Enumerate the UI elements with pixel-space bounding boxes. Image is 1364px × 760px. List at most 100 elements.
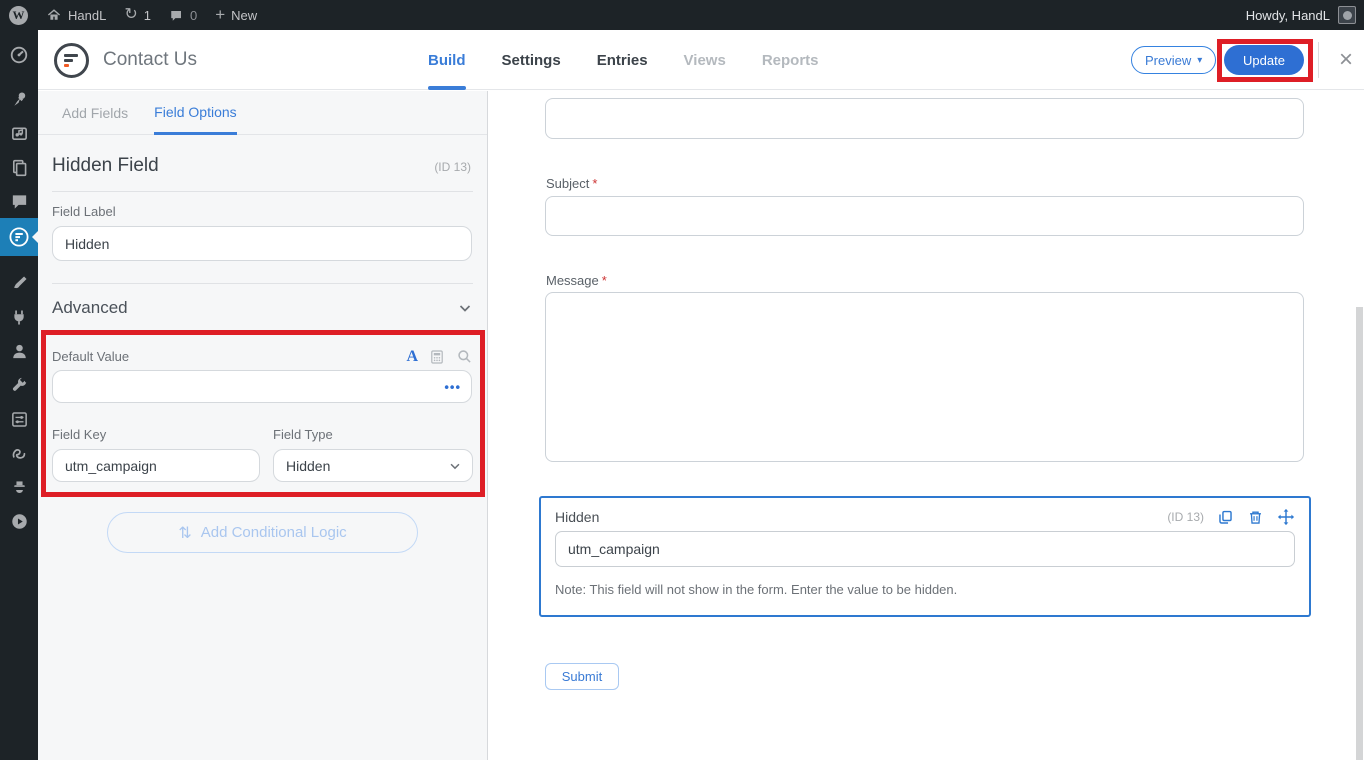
message-label-text: Message: [546, 273, 599, 288]
new-label: New: [231, 8, 257, 23]
wordpress-logo-icon: W: [9, 6, 28, 25]
form-preview: Subject* Message* Hidden (ID 13): [489, 91, 1364, 760]
subject-label-text: Subject: [546, 176, 589, 191]
chevron-down-icon[interactable]: [457, 300, 473, 316]
updates-icon: ↻: [124, 7, 137, 23]
header-divider: [1318, 42, 1319, 78]
subject-label: Subject*: [546, 176, 597, 191]
field-type-label: Field Type: [273, 427, 473, 442]
search-icon[interactable]: [456, 348, 473, 365]
pin-icon: [10, 90, 29, 109]
default-value-label: Default Value: [52, 349, 129, 364]
menu-posts[interactable]: [0, 82, 38, 116]
field-type-select[interactable]: Hidden: [273, 449, 473, 482]
handl-utm-grabber-icon: [10, 444, 29, 463]
hidden-field-header: Hidden (ID 13): [555, 506, 1295, 528]
site-link[interactable]: HandL: [37, 0, 115, 30]
updates-menu[interactable]: ↻ 1: [115, 0, 160, 30]
section-header: Hidden Field (ID 13): [52, 155, 471, 177]
avatar-glyph: [1343, 11, 1352, 20]
section-title: Hidden Field: [52, 155, 159, 177]
more-options-icon[interactable]: •••: [444, 379, 461, 394]
default-value-wrap: •••: [52, 370, 473, 403]
conditional-logic-icon: ⇅: [178, 523, 191, 543]
divider: [52, 191, 473, 192]
plug-icon: [10, 308, 29, 327]
menu-privacy[interactable]: [0, 470, 38, 504]
field-label-input[interactable]: [52, 226, 472, 261]
wp-logo-menu[interactable]: W: [0, 0, 37, 30]
scrollbar[interactable]: [1356, 307, 1363, 760]
menu-comments[interactable]: [0, 184, 38, 218]
header-tabs: Build Settings Entries Views Reports: [410, 30, 837, 90]
preview-label: Preview: [1145, 53, 1191, 68]
menu-settings[interactable]: [0, 402, 38, 436]
hidden-field-note: Note: This field will not show in the fo…: [555, 582, 1295, 597]
menu-video[interactable]: [0, 504, 38, 538]
updates-count: 1: [144, 8, 151, 23]
menu-formidable[interactable]: [0, 218, 38, 256]
move-icon[interactable]: [1277, 508, 1295, 526]
delete-icon[interactable]: [1247, 509, 1264, 526]
screen: W HandL ↻ 1 0 + New Howdy, HandL: [0, 0, 1364, 760]
new-menu[interactable]: + New: [206, 0, 266, 30]
wp-admin-menu: [0, 30, 38, 760]
menu-pages[interactable]: [0, 150, 38, 184]
chevron-down-icon: [448, 459, 462, 473]
comment-bubble-icon: [10, 192, 29, 211]
menu-media[interactable]: [0, 116, 38, 150]
hidden-field-id: (ID 13): [1167, 510, 1204, 524]
brush-icon: [10, 274, 29, 293]
menu-dashboard[interactable]: [0, 38, 38, 72]
tab-settings[interactable]: Settings: [484, 30, 579, 90]
caret-down-icon: ▾: [1197, 55, 1202, 66]
panel-tabs: Add Fields Field Options: [38, 91, 487, 135]
tab-add-fields[interactable]: Add Fields: [62, 91, 128, 134]
message-field-textarea[interactable]: [545, 292, 1304, 462]
user-avatar[interactable]: [1338, 6, 1356, 24]
tab-entries[interactable]: Entries: [579, 30, 666, 90]
calculator-icon[interactable]: [429, 349, 445, 365]
hidden-field-label: Hidden: [555, 509, 599, 525]
email-field-input[interactable]: [545, 98, 1304, 139]
advanced-section-header: Advanced: [52, 298, 473, 318]
pages-icon: [10, 158, 29, 177]
submit-button[interactable]: Submit: [545, 663, 619, 690]
plus-icon: +: [215, 6, 225, 23]
comments-menu[interactable]: 0: [160, 0, 206, 30]
close-icon[interactable]: ×: [1331, 45, 1361, 75]
text-format-icon[interactable]: A: [406, 349, 418, 365]
preview-button[interactable]: Preview ▾: [1131, 46, 1216, 74]
advanced-title: Advanced: [52, 298, 128, 318]
comments-icon: [169, 8, 184, 23]
default-value-input[interactable]: [52, 370, 472, 403]
spy-icon: [10, 478, 29, 497]
tab-views[interactable]: Views: [666, 30, 744, 90]
howdy-text[interactable]: Howdy, HandL: [1246, 8, 1330, 23]
dashboard-icon: [9, 45, 29, 65]
default-value-row: Default Value A: [52, 348, 473, 365]
formidable-logo-icon: [54, 43, 89, 78]
menu-handl-utm-grabber[interactable]: [0, 436, 38, 470]
menu-tools[interactable]: [0, 368, 38, 402]
duplicate-icon[interactable]: [1217, 509, 1234, 526]
wrench-icon: [10, 376, 29, 395]
conditional-logic-label: Add Conditional Logic: [201, 524, 347, 541]
subject-field-input[interactable]: [545, 196, 1304, 236]
field-options-panel: Add Fields Field Options Hidden Field (I…: [38, 91, 488, 760]
field-key-label: Field Key: [52, 427, 260, 442]
tab-reports[interactable]: Reports: [744, 30, 837, 90]
tab-build[interactable]: Build: [410, 30, 484, 90]
field-key-input[interactable]: [52, 449, 260, 482]
home-icon: [46, 7, 62, 23]
tab-field-options[interactable]: Field Options: [154, 91, 236, 135]
menu-plugins[interactable]: [0, 300, 38, 334]
hidden-field-value-input[interactable]: [555, 531, 1295, 567]
menu-users[interactable]: [0, 334, 38, 368]
menu-appearance[interactable]: [0, 266, 38, 300]
update-button[interactable]: Update: [1224, 45, 1304, 75]
form-title: Contact Us: [103, 30, 197, 90]
add-conditional-logic-button[interactable]: ⇅ Add Conditional Logic: [107, 512, 418, 553]
required-asterisk: *: [602, 273, 607, 288]
hidden-field-block[interactable]: Hidden (ID 13): [539, 496, 1311, 617]
